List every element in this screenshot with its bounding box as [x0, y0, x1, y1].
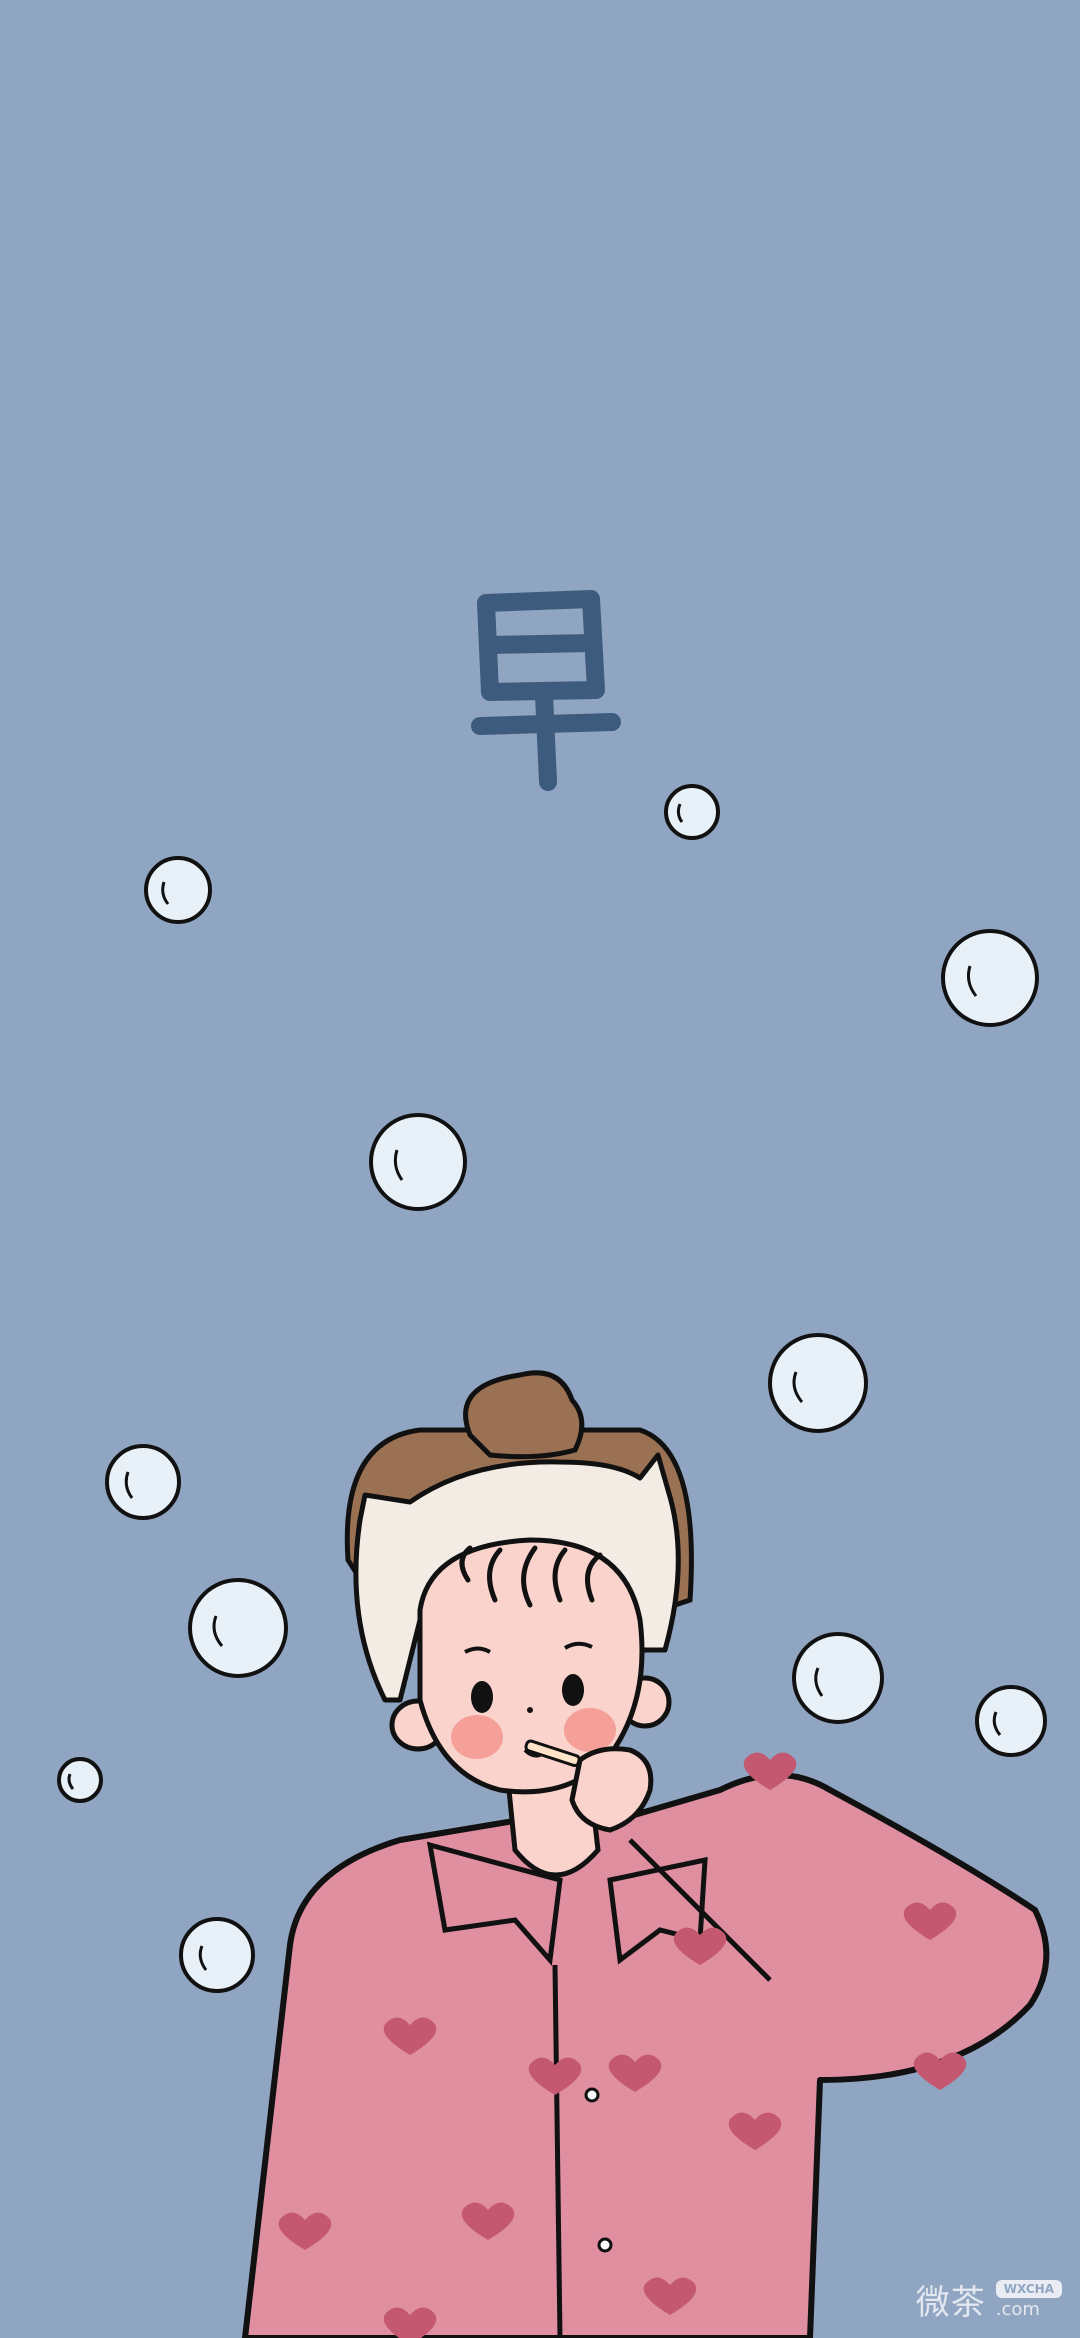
bubble [664, 784, 720, 840]
eye-left [471, 1681, 493, 1713]
bubble [144, 856, 212, 924]
bubble [188, 1578, 288, 1678]
watermark-domain: WXCHA .com [995, 2280, 1062, 2320]
watermark-suffix: .com [995, 2299, 1040, 2320]
bubble [768, 1333, 868, 1433]
hair-bun [463, 1370, 585, 1460]
girl-figure [242, 1370, 1050, 2338]
nose [527, 1707, 533, 1713]
watermark-brand: 微茶 [915, 2283, 986, 2323]
watermark-tag: WXCHA [995, 2280, 1062, 2298]
bubble [975, 1685, 1047, 1757]
greeting-character [471, 590, 621, 791]
bubble [57, 1757, 103, 1803]
bubble [941, 929, 1039, 1027]
bubble [105, 1444, 181, 1520]
wallpaper: 微茶 WXCHA .com [0, 0, 1080, 2338]
illustration [57, 590, 1050, 2338]
pajama-button [584, 2087, 600, 2103]
bubble [369, 1113, 467, 1211]
bubble [792, 1632, 884, 1724]
cheek-left [451, 1715, 503, 1759]
watermark: 微茶 WXCHA .com [916, 2275, 1062, 2324]
cheek-right [564, 1708, 616, 1752]
eye-right [562, 1674, 584, 1706]
pajama-button [597, 2237, 613, 2253]
bubble [179, 1917, 255, 1993]
